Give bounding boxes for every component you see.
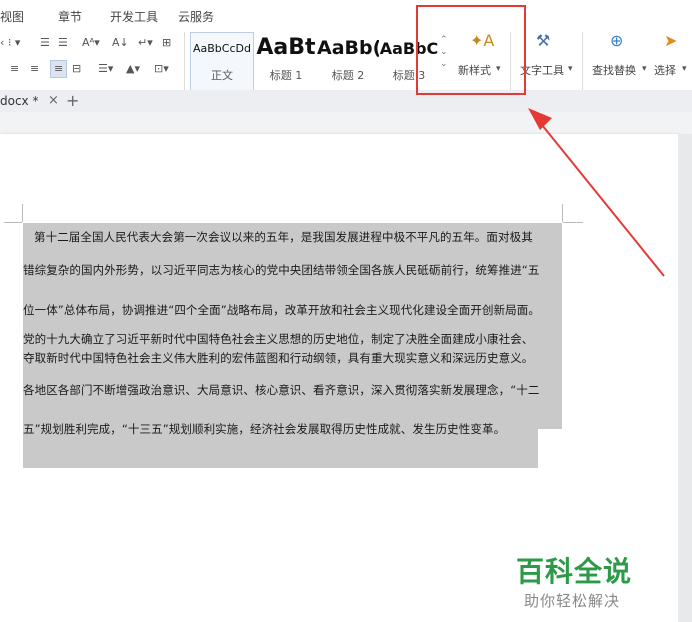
shading-icon[interactable]: ▲▾ xyxy=(126,62,140,76)
paragraph-line: 各地区各部门不断增强政治意识、大局意识、核心意识、看齐意识，深入贯彻落实新发展理… xyxy=(23,383,540,397)
indent-decrease-icon[interactable]: ☰ xyxy=(40,36,50,50)
find-replace-icon: ⊕ xyxy=(610,31,624,50)
ribbon-toolbar: ‹ ⁝ ▾ ☰ ☰ Aᴬ▾ A↓ ↵▾ ⊞ ≡ ≡ ≡ ⊟ ☰▾ ▲▾ ⊡▾ A… xyxy=(0,24,692,94)
divider xyxy=(582,32,583,90)
add-tab-icon[interactable]: + xyxy=(66,91,79,110)
chevron-down-icon[interactable]: ▾ xyxy=(642,62,647,76)
distribute-icon[interactable]: ⊟ xyxy=(72,62,81,76)
align-justify-icon[interactable]: ≡ xyxy=(50,60,68,78)
align-center-icon[interactable]: ≡ xyxy=(30,62,39,76)
show-marks-icon[interactable]: ↵▾ xyxy=(138,36,153,50)
menu-developer-tools[interactable]: 开发工具 xyxy=(110,8,158,25)
menu-chapter[interactable]: 章节 xyxy=(58,8,82,25)
style-name: 标题 2 xyxy=(331,69,365,82)
style-sample: AaBbCcDd xyxy=(193,42,251,55)
selection-highlight xyxy=(23,408,562,468)
style-sample: AaBt xyxy=(256,35,316,60)
divider xyxy=(184,32,185,90)
select-button[interactable]: 选择 xyxy=(654,62,676,78)
table-icon[interactable]: ⊞ xyxy=(162,36,171,50)
selection-gap xyxy=(538,429,562,469)
chevron-down-icon[interactable]: ▾ xyxy=(568,62,573,76)
style-heading-1[interactable]: AaBt 标题 1 xyxy=(254,32,318,94)
highlight-box xyxy=(416,5,526,95)
margin-mark xyxy=(563,222,583,223)
paragraph-line: 党的十九大确立了习近平新时代中国特色社会主义思想的历史地位，制定了决胜全面建成小… xyxy=(23,332,534,346)
sort-icon[interactable]: A↓ xyxy=(112,36,129,50)
font-case-icon[interactable]: Aᴬ▾ xyxy=(82,36,100,50)
chevron-down-icon[interactable]: ▾ xyxy=(682,62,687,76)
menu-cloud-service[interactable]: 云服务 xyxy=(178,8,214,25)
margin-mark xyxy=(562,204,563,222)
text-tools-button[interactable]: 文字工具 xyxy=(520,62,564,78)
menu-view[interactable]: 视图 xyxy=(0,8,24,25)
indent-increase-icon[interactable]: ☰ xyxy=(58,36,68,50)
document-tab-bar: docx * × + xyxy=(0,90,692,113)
line-spacing-icon[interactable]: ☰▾ xyxy=(98,62,113,76)
paragraph-line: 夺取新时代中国特色社会主义伟大胜利的宏伟蓝图和行动纲领，具有重大现实意义和深远历… xyxy=(23,351,534,365)
close-icon[interactable]: × xyxy=(48,93,59,108)
style-name: 正文 xyxy=(211,69,233,82)
align-left-icon[interactable]: ≡ xyxy=(10,62,19,76)
select-cursor-icon: ➤ xyxy=(664,31,678,50)
margin-mark xyxy=(22,204,23,222)
style-normal[interactable]: AaBbCcDd 正文 xyxy=(190,32,254,94)
watermark-subtitle: 助你轻松解决 xyxy=(524,592,621,610)
style-name: 标题 1 xyxy=(269,69,303,82)
page-edge xyxy=(678,134,692,622)
document-workspace: 第十二届全国人民代表大会第一次会议以来的五年，是我国发展进程中极不平凡的五年。面… xyxy=(0,112,692,622)
margin-mark xyxy=(4,222,22,223)
document-page[interactable]: 第十二届全国人民代表大会第一次会议以来的五年，是我国发展进程中极不平凡的五年。面… xyxy=(0,134,678,622)
paragraph-line: 第十二届全国人民代表大会第一次会议以来的五年，是我国发展进程中极不平凡的五年。面… xyxy=(34,230,533,244)
document-tab[interactable]: docx * xyxy=(0,94,38,108)
watermark-title: 百科全说 xyxy=(516,555,633,588)
style-heading-2[interactable]: AaBb( 标题 2 xyxy=(316,32,380,94)
text-tools-icon: ⚒ xyxy=(536,31,551,50)
list-format-icon[interactable]: ‹ ⁝ ▾ xyxy=(0,36,20,50)
find-replace-button[interactable]: 查找替换 xyxy=(592,62,636,78)
style-sample: AaBb( xyxy=(317,37,379,59)
paragraph-line: 位一体”总体布局，协调推进“四个全面”战略布局，改革开放和社会主义现代化建设全面… xyxy=(23,303,540,317)
border-icon[interactable]: ⊡▾ xyxy=(154,62,169,76)
paragraph-line: 五”规划胜利完成，“十三五”规划顺利实施，经济社会发展取得历史性成就、发生历史性… xyxy=(23,422,506,436)
paragraph-line: 错综复杂的国内外形势，以习近平同志为核心的党中央团结带领全国各族人民砥砺前行，统… xyxy=(23,263,540,277)
